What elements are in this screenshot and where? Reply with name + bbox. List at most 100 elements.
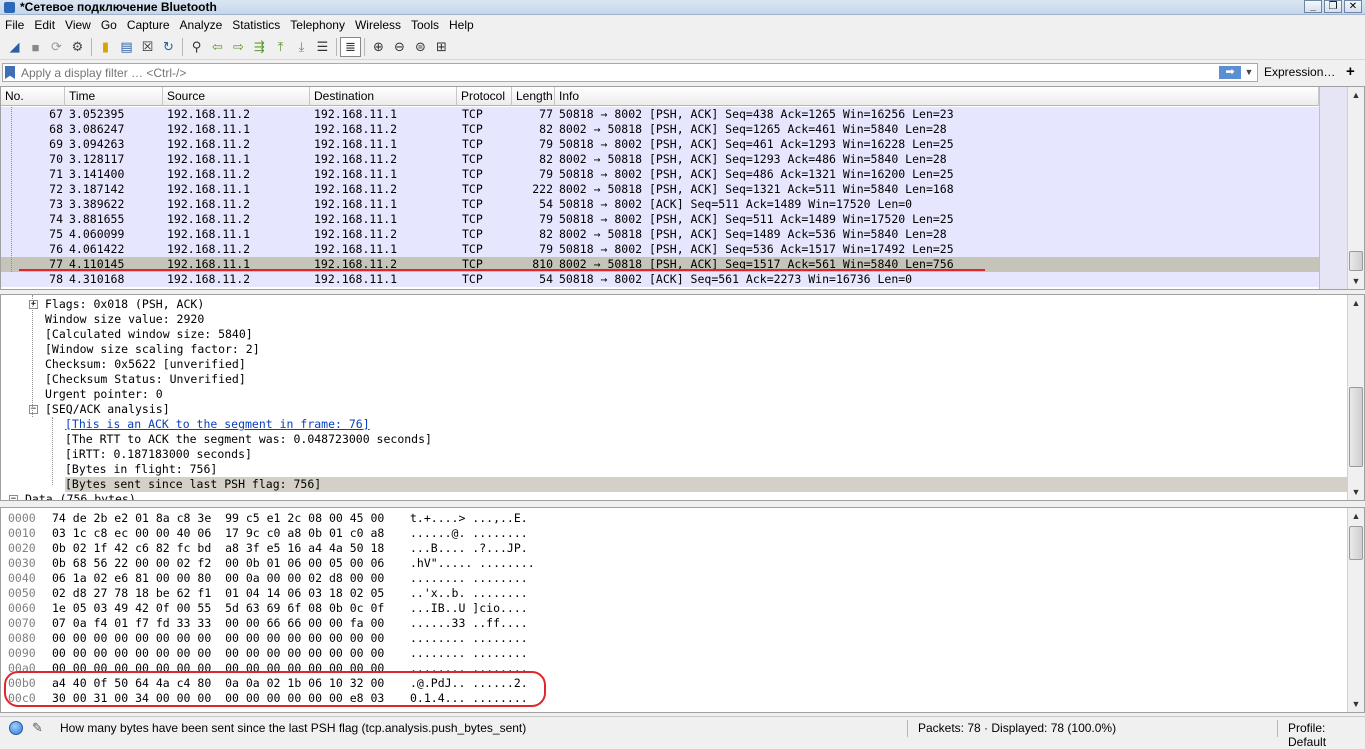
expand-icon[interactable]: + [29,300,38,309]
menu-view[interactable]: View [60,16,96,34]
scroll-down-icon[interactable]: ▼ [1348,484,1364,500]
packet-row[interactable]: 78 4.310168 192.168.11.2 192.168.11.1 TCP 54 5… [1,272,1319,287]
detail-field[interactable]: [Checksum Status: Unverified] [45,372,246,387]
detail-field[interactable]: Checksum: 0x5622 [unverified] [45,357,246,372]
menu-wireless[interactable]: Wireless [350,16,406,34]
detail-field[interactable]: [Bytes sent since last PSH flag: 756] [65,477,1348,492]
scroll-down-icon[interactable]: ▼ [1348,273,1364,289]
menu-go[interactable]: Go [96,16,122,34]
menu-analyze[interactable]: Analyze [175,16,228,34]
go-back-icon[interactable]: ⇦ [207,37,228,57]
open-file-icon[interactable]: ▮ [95,37,116,57]
detail-field[interactable]: Window size value: 2920 [45,312,204,327]
capture-comment-icon[interactable]: ✎ [32,720,43,736]
go-first-icon[interactable]: ⤒ [270,37,291,57]
detail-field[interactable]: [Calculated window size: 5840] [45,327,253,342]
display-filter-input[interactable] [21,65,1211,80]
apply-filter-arrow-icon[interactable]: ➡ [1219,66,1241,79]
packet-row[interactable]: 70 3.128117 192.168.11.1 192.168.11.2 TCP 82 8… [1,152,1319,167]
collapse-icon[interactable]: − [9,495,18,500]
bytes-scrollbar[interactable]: ▲ ▼ [1347,508,1364,712]
packet-overview-bar[interactable] [1319,87,1347,289]
hex-row[interactable]: 0070 07 0a f4 01 f7 fd 33 33 00 00 66 66 … [1,616,1347,631]
bookmark-icon[interactable] [5,66,15,79]
detail-field[interactable]: [Window size scaling factor: 2] [45,342,260,357]
hex-row[interactable]: 0030 0b 68 56 22 00 00 02 f2 00 0b 01 06 … [1,556,1347,571]
go-to-packet-icon[interactable]: ⇶ [249,37,270,57]
hex-row[interactable]: 0040 06 1a 02 e6 81 00 00 80 00 0a 00 00 … [1,571,1347,586]
chevron-down-icon[interactable]: ▼ [1243,66,1255,79]
menu-capture[interactable]: Capture [122,16,175,34]
packet-list-scrollbar[interactable]: ▲ ▼ [1347,87,1364,289]
resize-columns-icon[interactable]: ⊞ [431,37,452,57]
column-header-time[interactable]: Time [65,87,163,106]
detail-field[interactable]: [iRTT: 0.187183000 seconds] [65,447,252,462]
menu-tools[interactable]: Tools [406,16,444,34]
packet-row[interactable]: 75 4.060099 192.168.11.1 192.168.11.2 TCP 82 8… [1,227,1319,242]
packet-row[interactable]: 69 3.094263 192.168.11.2 192.168.11.1 TCP 79 5… [1,137,1319,152]
packet-row[interactable]: 67 3.052395 192.168.11.2 192.168.11.1 TCP 77 5… [1,107,1319,122]
expert-info-icon[interactable] [9,721,23,735]
zoom-out-icon[interactable]: ⊖ [389,37,410,57]
packet-row[interactable]: 73 3.389622 192.168.11.2 192.168.11.1 TCP 54 5… [1,197,1319,212]
column-header-destination[interactable]: Destination [310,87,457,106]
menu-statistics[interactable]: Statistics [227,16,285,34]
scroll-thumb[interactable] [1349,251,1363,271]
menu-telephony[interactable]: Telephony [285,16,350,34]
menu-edit[interactable]: Edit [29,16,60,34]
packet-row[interactable]: 74 3.881655 192.168.11.2 192.168.11.1 TCP 79 5… [1,212,1319,227]
menu-help[interactable]: Help [444,16,479,34]
detail-field[interactable]: [SEQ/ACK analysis] [45,402,170,417]
scroll-thumb[interactable] [1349,526,1363,560]
go-last-icon[interactable]: ⤓ [291,37,312,57]
go-forward-icon[interactable]: ⇨ [228,37,249,57]
collapse-icon[interactable]: − [29,405,38,414]
start-capture-icon[interactable]: ◢ [4,37,25,57]
stop-capture-icon[interactable]: ■ [25,37,46,57]
expression-button[interactable]: Expression… [1264,65,1335,79]
hex-row[interactable]: 0080 00 00 00 00 00 00 00 00 00 00 00 00 … [1,631,1347,646]
detail-field[interactable]: Flags: 0x018 (PSH, ACK) [45,297,204,312]
reload-file-icon[interactable]: ↻ [158,37,179,57]
add-filter-button[interactable]: + [1346,63,1355,80]
menu-file[interactable]: File [0,16,29,34]
packet-row[interactable]: 68 3.086247 192.168.11.1 192.168.11.2 TCP 82 8… [1,122,1319,137]
minimize-button[interactable]: _ [1304,0,1322,13]
close-file-icon[interactable]: ☒ [137,37,158,57]
zoom-in-icon[interactable]: ⊕ [368,37,389,57]
column-header-info[interactable]: Info [555,87,1319,106]
frame-link[interactable]: [This is an ACK to the segment in frame:… [65,417,370,432]
packet-row[interactable]: 71 3.141400 192.168.11.2 192.168.11.1 TCP 79 5… [1,167,1319,182]
detail-field[interactable]: [The RTT to ACK the segment was: 0.04872… [65,432,432,447]
scroll-down-icon[interactable]: ▼ [1348,696,1364,712]
hex-row[interactable]: 0050 02 d8 27 78 18 be 62 f1 01 04 14 06 … [1,586,1347,601]
hex-row[interactable]: 0020 0b 02 1f 42 c6 82 fc bd a8 3f e5 16 … [1,541,1347,556]
details-scrollbar[interactable]: ▲ ▼ [1347,295,1364,500]
scroll-thumb[interactable] [1349,387,1363,467]
hex-row[interactable]: 0010 03 1c c8 ec 00 00 40 06 17 9c c0 a8 … [1,526,1347,541]
packet-row[interactable]: 72 3.187142 192.168.11.1 192.168.11.2 TCP 222… [1,182,1319,197]
maximize-button[interactable]: ❐ [1324,0,1342,13]
hex-row[interactable]: 0090 00 00 00 00 00 00 00 00 00 00 00 00 … [1,646,1347,661]
scroll-up-icon[interactable]: ▲ [1348,295,1364,311]
column-header-protocol[interactable]: Protocol [457,87,512,106]
detail-field[interactable]: Data (756 bytes) [25,492,136,500]
column-header-no[interactable]: No. [1,87,65,106]
detail-field[interactable]: Urgent pointer: 0 [45,387,163,402]
hex-row[interactable]: 0060 1e 05 03 49 42 0f 00 55 5d 63 69 6f … [1,601,1347,616]
column-header-source[interactable]: Source [163,87,310,106]
restart-capture-icon[interactable]: ⟳ [46,37,67,57]
scroll-up-icon[interactable]: ▲ [1348,508,1364,524]
scroll-up-icon[interactable]: ▲ [1348,87,1364,103]
capture-options-icon[interactable]: ⚙ [67,37,88,57]
autoscroll-icon[interactable]: ☰ [312,37,333,57]
packet-row[interactable]: 76 4.061422 192.168.11.2 192.168.11.1 TCP 79 5… [1,242,1319,257]
zoom-normal-icon[interactable]: ⊜ [410,37,431,57]
detail-field[interactable]: [Bytes in flight: 756] [65,462,217,477]
close-button[interactable]: ✕ [1344,0,1362,13]
save-file-icon[interactable]: ▤ [116,37,137,57]
profile-label[interactable]: Profile: Default [1288,721,1365,749]
hex-row[interactable]: 0000 74 de 2b e2 01 8a c8 3e 99 c5 e1 2c … [1,511,1347,526]
column-header-length[interactable]: Length [512,87,555,106]
find-packet-icon[interactable]: ⚲ [186,37,207,57]
